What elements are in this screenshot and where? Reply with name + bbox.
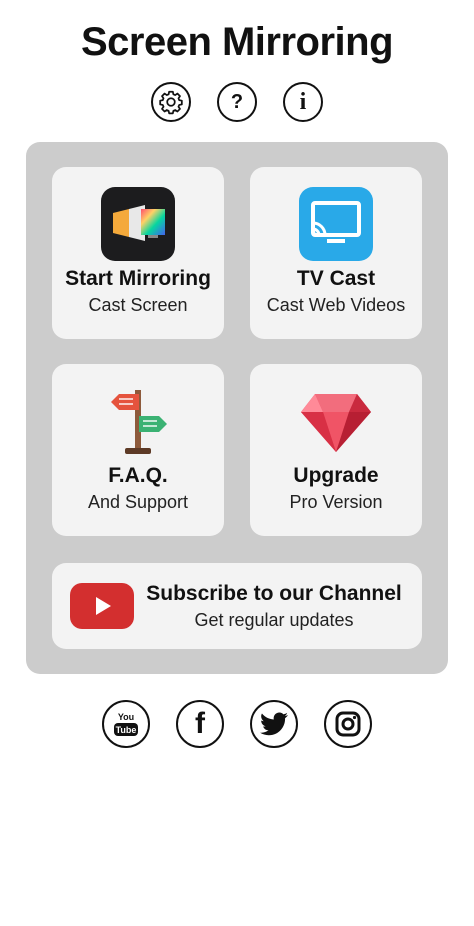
info-icon: i <box>299 89 307 115</box>
ruby-gem-icon <box>299 384 373 458</box>
screen-mirror-app-icon <box>101 187 175 261</box>
card-title: Subscribe to our Channel <box>146 581 402 605</box>
twitter-icon <box>260 712 288 736</box>
card-title: F.A.Q. <box>108 464 168 487</box>
faq-card[interactable]: F.A.Q. And Support <box>52 364 224 536</box>
youtube-text-top: You <box>118 712 134 722</box>
twitter-link[interactable] <box>250 700 298 748</box>
card-subtitle: Cast Web Videos <box>266 295 406 315</box>
facebook-icon: f <box>195 707 205 740</box>
question-icon: ? <box>230 91 244 113</box>
instagram-link[interactable] <box>324 700 372 748</box>
instagram-icon <box>335 711 361 737</box>
signpost-icon <box>101 384 175 458</box>
youtube-link[interactable]: You Tube <box>102 700 150 748</box>
card-title: Upgrade <box>293 464 379 487</box>
header-actions: ? i <box>0 82 474 122</box>
youtube-text-bottom: Tube <box>116 725 137 735</box>
page-title: Screen Mirroring <box>80 20 394 64</box>
card-title: Start Mirroring <box>65 267 211 290</box>
help-button[interactable]: ? <box>217 82 257 122</box>
card-subtitle: Cast Screen <box>88 295 188 315</box>
youtube-play-icon <box>70 583 134 629</box>
gear-icon <box>159 90 183 115</box>
tv-cast-card[interactable]: TV Cast Cast Web Videos <box>250 167 422 339</box>
card-subtitle: Pro Version <box>289 492 383 512</box>
facebook-link[interactable]: f <box>176 700 224 748</box>
subscribe-text: Subscribe to our Channel Get regular upd… <box>134 582 422 631</box>
upgrade-card[interactable]: Upgrade Pro Version <box>250 364 422 536</box>
main-panel: Start Mirroring Cast Screen TV Cast Cast… <box>26 142 448 674</box>
card-title: TV Cast <box>296 267 376 290</box>
start-mirroring-card[interactable]: Start Mirroring Cast Screen <box>52 167 224 339</box>
card-subtitle: And Support <box>87 492 189 512</box>
card-subtitle: Get regular updates <box>194 609 354 630</box>
info-button[interactable]: i <box>283 82 323 122</box>
tv-cast-app-icon <box>299 187 373 261</box>
youtube-icon: You Tube <box>114 712 138 736</box>
social-links: You Tube f <box>0 700 474 748</box>
subscribe-card[interactable]: Subscribe to our Channel Get regular upd… <box>52 563 422 649</box>
settings-button[interactable] <box>151 82 191 122</box>
